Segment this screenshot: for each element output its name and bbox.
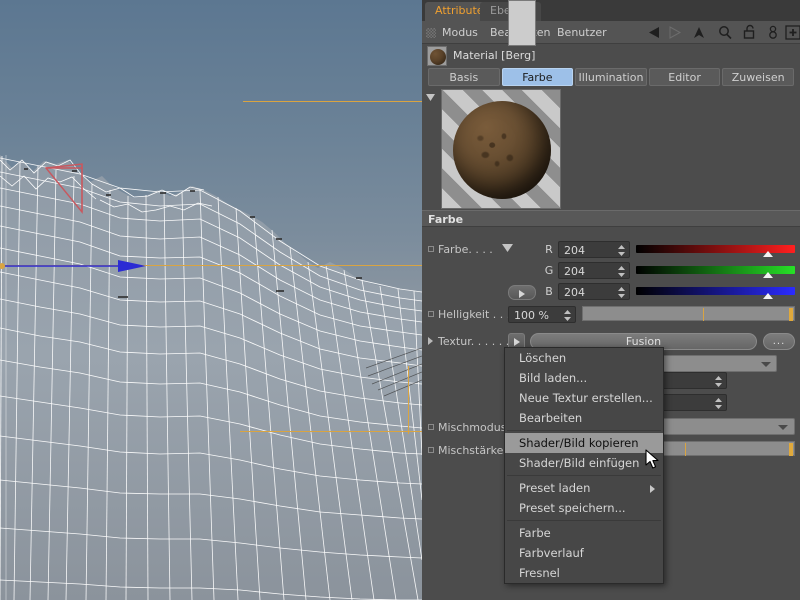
terrain-wireframe-icon [0, 155, 422, 600]
material-preview[interactable] [441, 89, 561, 209]
c4d-screenshot: Attribute Ebenen Modus Bearbeiten Benutz… [0, 0, 800, 600]
triangle-down-icon[interactable] [426, 92, 436, 102]
helligkeit-field[interactable]: 100 % [508, 306, 576, 323]
helligkeit-label: Helligkeit . . . [438, 308, 511, 321]
slider-fill-end [789, 443, 793, 456]
axis-line-horizon [243, 101, 422, 102]
r-value: 204 [564, 244, 585, 257]
search-icon[interactable] [716, 24, 734, 41]
material-preview-area [422, 88, 800, 210]
texture-context-menu[interactable]: Löschen Bild laden... Neue Textur erstel… [504, 347, 664, 584]
farbe-toggle-dot[interactable] [428, 246, 434, 252]
spinner-icon[interactable] [618, 266, 625, 277]
r-slider-knob[interactable] [763, 251, 773, 257]
menu-separator [507, 430, 661, 431]
menu-item-shader-bild-einfuegen[interactable]: Shader/Bild einfügen [505, 453, 663, 473]
menu-benutzer[interactable]: Benutzer [557, 25, 607, 40]
menu-item-neue-textur-erstellen[interactable]: Neue Textur erstellen... [505, 388, 663, 408]
mischstaerke-label: Mischstärke [438, 444, 504, 457]
helligkeit-slider[interactable] [582, 306, 795, 321]
pin-icon[interactable] [765, 24, 783, 41]
mischmodus-dropdown[interactable] [662, 418, 795, 435]
mtab-farbe[interactable]: Farbe [501, 68, 574, 86]
slider-midtick [685, 443, 686, 456]
helligkeit-value: 100 % [514, 309, 549, 322]
panel-tabstrip: Attribute Ebenen [422, 0, 800, 21]
menu-modus[interactable]: Modus [442, 25, 478, 40]
mtab-zuweisen[interactable]: Zuweisen [722, 68, 794, 86]
lock-open-icon[interactable] [742, 24, 760, 41]
spinner-icon[interactable] [618, 287, 625, 298]
menu-item-farbverlauf[interactable]: Farbverlauf [505, 543, 663, 563]
back-arrow-icon[interactable] [646, 24, 664, 41]
arrow-cursor-icon [645, 449, 659, 469]
menu-item-farbe[interactable]: Farbe [505, 523, 663, 543]
mtab-basis[interactable]: Basis [428, 68, 500, 86]
r-field[interactable]: 204 [558, 241, 630, 258]
color-swatch[interactable] [508, 0, 536, 46]
mtab-illumination[interactable]: Illumination [575, 68, 647, 86]
g-field[interactable]: 204 [558, 262, 630, 279]
light-gizmo-icon[interactable] [44, 160, 94, 215]
g-slider-knob[interactable] [763, 272, 773, 278]
chevron-down-icon [778, 425, 788, 430]
mischstaerke-toggle-dot[interactable] [428, 447, 434, 453]
menu-item-preset-laden[interactable]: Preset laden [505, 478, 663, 498]
viewport-3d[interactable] [0, 0, 422, 600]
submenu-arrow-icon [650, 485, 655, 493]
menu-item-bearbeiten[interactable]: Bearbeiten [505, 408, 663, 428]
chevron-down-icon[interactable] [502, 244, 514, 253]
section-header-farbe: Farbe [422, 210, 800, 227]
section-title: Farbe [428, 213, 464, 226]
mischmodus-toggle-dot[interactable] [428, 424, 434, 430]
b-value: 204 [564, 286, 585, 299]
menu-item-preset-speichern[interactable]: Preset speichern... [505, 498, 663, 518]
menu-item-shader-bild-kopieren[interactable]: Shader/Bild kopieren [505, 433, 663, 453]
z-axis-handle[interactable] [0, 258, 148, 274]
axis-line-x-lower [240, 431, 422, 432]
material-tabs: Basis Farbe Illumination Editor Zuweisen [428, 68, 794, 86]
color-swatch-expand-button[interactable] [508, 285, 536, 300]
spinner-icon[interactable] [715, 398, 722, 409]
spinner-icon[interactable] [564, 310, 571, 321]
partial-dropdown-1[interactable] [662, 355, 777, 372]
menu-separator [507, 520, 661, 521]
helligkeit-toggle-dot[interactable] [428, 311, 434, 317]
mtab-editor[interactable]: Editor [648, 68, 721, 86]
menu-separator [507, 475, 661, 476]
g-value: 204 [564, 265, 585, 278]
mischmodus-label: Mischmodus [438, 421, 507, 434]
triangle-right-icon[interactable] [428, 337, 433, 345]
partial-num-field-2[interactable] [662, 394, 727, 411]
panel-menubar: Modus Bearbeiten Benutzer [422, 21, 800, 44]
menu-item-label: Preset laden [519, 481, 591, 495]
up-arrow-icon[interactable] [690, 24, 708, 41]
material-title: Material [Berg] [453, 49, 536, 62]
menu-item-bild-laden[interactable]: Bild laden... [505, 368, 663, 388]
mischstaerke-slider[interactable] [662, 441, 795, 456]
forward-arrow-icon[interactable] [665, 24, 683, 41]
channel-label-b: B [545, 285, 553, 298]
new-view-icon[interactable] [784, 24, 800, 41]
slider-fill-end [789, 308, 793, 321]
textur-browse-button[interactable]: ... [763, 333, 795, 350]
partial-num-field-1[interactable] [662, 372, 727, 389]
preview-sphere-icon [453, 101, 551, 199]
spinner-icon[interactable] [715, 376, 722, 387]
material-header: Material [Berg] [422, 44, 800, 68]
slider-midtick [703, 308, 704, 321]
chevron-down-icon [761, 362, 771, 367]
menu-item-loeschen[interactable]: Löschen [505, 348, 663, 368]
b-slider-knob[interactable] [763, 293, 773, 299]
farbe-label: Farbe. . . . [438, 243, 493, 256]
channel-label-g: G [544, 264, 554, 277]
menu-item-fresnel[interactable]: Fresnel [505, 563, 663, 583]
axis-line-y-vertical [408, 366, 409, 434]
channel-label-r: R [545, 243, 553, 256]
b-field[interactable]: 204 [558, 283, 630, 300]
drag-grip-icon[interactable] [426, 28, 436, 38]
spinner-icon[interactable] [618, 245, 625, 256]
material-sphere-icon[interactable] [427, 46, 447, 66]
textur-label: Textur. . . . . . [438, 335, 510, 348]
